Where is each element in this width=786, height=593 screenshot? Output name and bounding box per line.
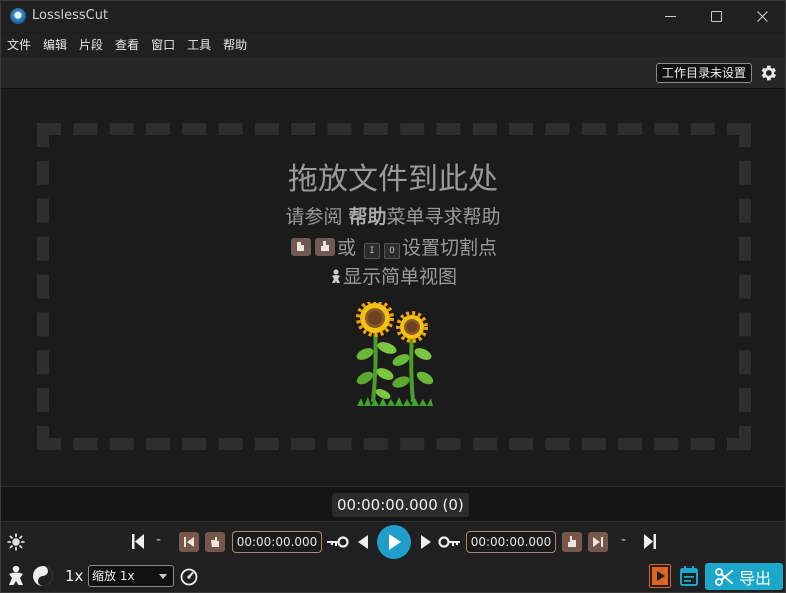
set-cut-end-button[interactable] xyxy=(562,532,582,552)
hand-pointer-left-icon xyxy=(211,537,219,547)
play-segments-icon xyxy=(650,565,670,587)
cut-end-time-input[interactable]: 00:00:00.000 xyxy=(466,531,556,553)
simple-mode-baby-icon[interactable] xyxy=(6,565,26,587)
file-drop-area[interactable]: 拖放文件到此处 请参阅 帮助菜单寻求帮助 或 I O 设置切割点 显示简单视图 xyxy=(1,90,785,485)
key-i: I xyxy=(364,243,381,259)
scissors-icon xyxy=(715,567,733,586)
minimize-icon xyxy=(664,15,676,17)
help-hint: 请参阅 帮助菜单寻求帮助 xyxy=(1,202,785,229)
cut-points-hint: 或 I O 设置切割点 xyxy=(1,233,785,260)
working-directory-button[interactable]: 工作目录未设置 xyxy=(655,63,752,83)
hand-pointer-right-icon xyxy=(568,536,576,547)
close-icon xyxy=(756,11,768,22)
help-hint-prefix: 请参阅 xyxy=(285,206,349,228)
cut-points-text: 设置切割点 xyxy=(402,237,498,259)
menu-edit[interactable]: 编辑 xyxy=(43,33,67,57)
drop-title: 拖放文件到此处 xyxy=(288,162,498,197)
jump-cut-start-button[interactable] xyxy=(179,532,199,552)
playback-controls: - 00:00:00.000 00:00:00.000 - xyxy=(1,523,785,561)
key-frame-right-icon[interactable] xyxy=(438,536,460,548)
jump-cut-end-icon xyxy=(593,537,603,547)
jump-to-start-icon[interactable] xyxy=(132,534,144,549)
current-time-display[interactable]: 00:00:00.000 (0) xyxy=(332,493,469,517)
set-cut-start-button[interactable] xyxy=(205,532,225,552)
export-button[interactable]: 导出 xyxy=(705,563,783,590)
timeline[interactable]: 00:00:00.000 (0) xyxy=(1,486,785,522)
jump-cut-end-button[interactable] xyxy=(588,532,608,552)
top-toolbar: 工作目录未设置 xyxy=(1,57,785,89)
speedometer-icon[interactable] xyxy=(180,568,198,586)
previous-frame-icon[interactable] xyxy=(358,535,368,549)
menu-segments[interactable]: 片段 xyxy=(79,33,103,57)
keys-or-text: 或 xyxy=(336,237,356,259)
simple-view-hint[interactable]: 显示简单视图 xyxy=(1,262,785,289)
menu-view[interactable]: 查看 xyxy=(115,33,139,57)
menu-help[interactable]: 帮助 xyxy=(223,33,247,57)
bottom-bar: 1x 缩放 1x 导出 xyxy=(1,561,785,592)
maximize-button[interactable] xyxy=(693,1,739,32)
minimize-button[interactable] xyxy=(647,1,693,32)
help-hint-suffix: 菜单寻求帮助 xyxy=(386,206,501,228)
close-button[interactable] xyxy=(739,1,785,32)
window-title: LosslessCut xyxy=(32,8,109,23)
baby-icon xyxy=(331,269,340,283)
cut-end-dash: - xyxy=(621,532,627,548)
settings-gear-icon[interactable] xyxy=(758,63,778,83)
next-frame-icon[interactable] xyxy=(421,535,431,549)
brightness-settings-icon[interactable] xyxy=(7,533,25,551)
export-label: 导出 xyxy=(739,568,772,588)
yin-yang-icon[interactable] xyxy=(32,565,54,587)
key-frame-left-icon[interactable] xyxy=(327,536,349,548)
calendar-icon[interactable] xyxy=(680,566,698,586)
set-cut-start-hint-icon xyxy=(290,238,311,256)
maximize-icon xyxy=(710,11,722,22)
title-bar: LosslessCut xyxy=(1,1,785,32)
playback-speed[interactable]: 1x xyxy=(65,567,83,585)
help-hint-bold: 帮助 xyxy=(348,206,387,228)
menu-window[interactable]: 窗口 xyxy=(151,33,175,57)
jump-cut-start-icon xyxy=(184,537,194,547)
cut-start-time-input[interactable]: 00:00:00.000 xyxy=(232,531,322,553)
play-button[interactable] xyxy=(377,525,411,559)
chevron-down-icon xyxy=(159,574,167,579)
cut-start-dash: - xyxy=(156,532,162,548)
play-icon xyxy=(389,534,401,550)
simple-view-text: 显示简单视图 xyxy=(342,266,457,288)
menu-file[interactable]: 文件 xyxy=(7,33,31,57)
app-logo-icon xyxy=(10,8,26,24)
key-o: O xyxy=(384,243,401,259)
export-mode-button[interactable] xyxy=(649,564,671,588)
zoom-select[interactable]: 缩放 1x xyxy=(88,565,174,587)
menu-tools[interactable]: 工具 xyxy=(187,33,211,57)
jump-to-end-icon[interactable] xyxy=(644,534,656,549)
zoom-select-value: 缩放 1x xyxy=(92,569,135,583)
set-cut-end-hint-icon xyxy=(314,238,335,256)
sunflower-icon xyxy=(356,302,434,406)
menu-bar: 文件 编辑 片段 查看 窗口 工具 帮助 xyxy=(1,33,785,57)
app-window: LosslessCut 文件 编辑 片段 查看 窗口 工具 帮助 工作目录未设置… xyxy=(0,0,786,593)
